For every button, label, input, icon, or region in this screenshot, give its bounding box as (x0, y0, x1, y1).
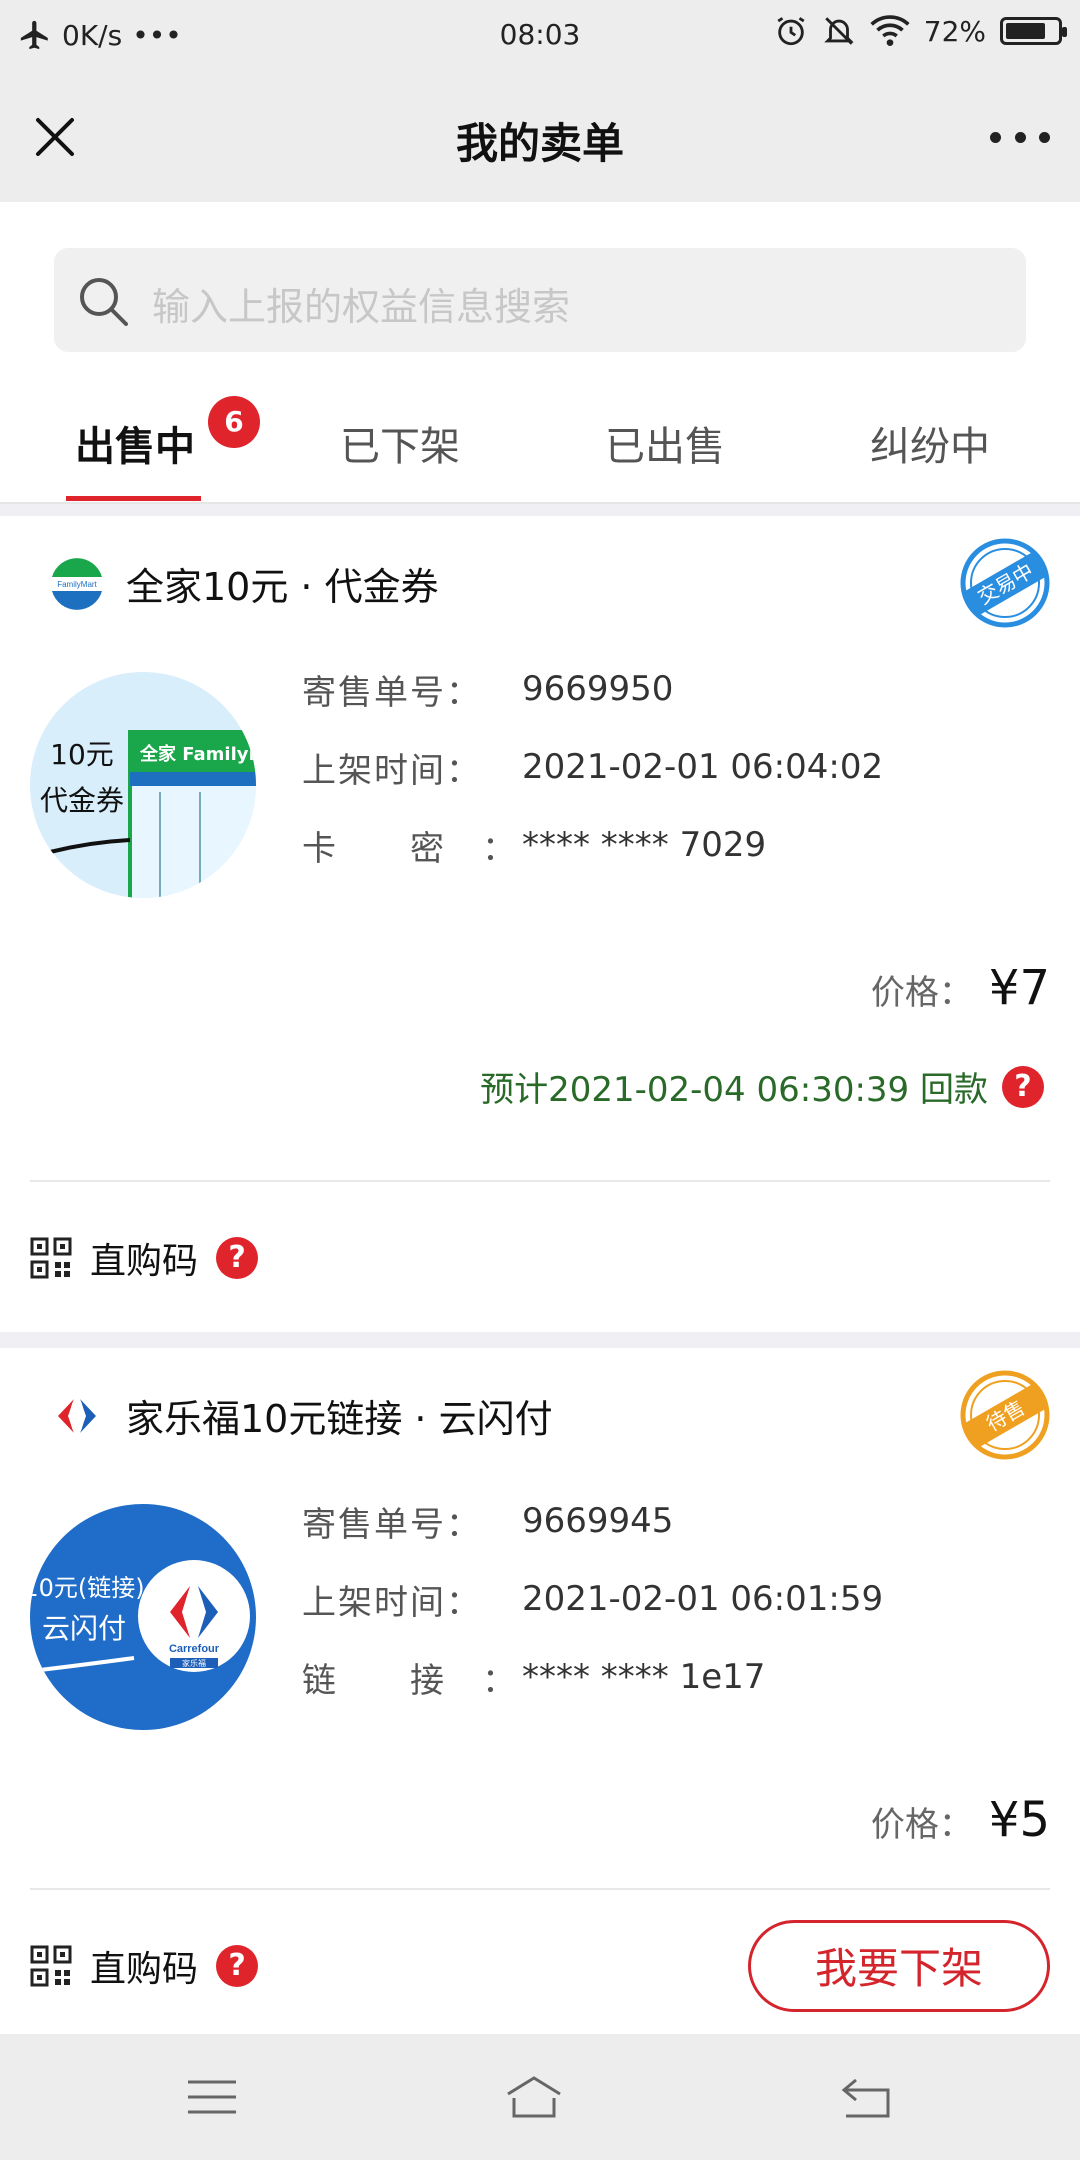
menu-icon[interactable] (182, 2072, 242, 2122)
product-thumbnail: 全家 FamilyMart 10元 代金券 (30, 672, 256, 898)
direct-code-row[interactable]: 直购码 ? (30, 1940, 259, 1992)
info-label: 寄售单号： (302, 672, 482, 713)
status-right: 72% (774, 14, 1067, 48)
tab-label: 纠纷中 (870, 424, 990, 470)
svg-text:家乐福: 家乐福 (182, 1658, 206, 1668)
direct-code-label: 直购码 (90, 1241, 199, 1282)
info-row-listed-time: 上架时间： 2021-02-01 06:01:59 (302, 1560, 883, 1638)
info-label: 链 接 ： (302, 1660, 518, 1701)
active-tab-indicator (66, 496, 201, 501)
tab-badge: 6 (208, 396, 260, 448)
direct-code-row[interactable]: 直购码 ? (30, 1232, 259, 1284)
more-menu-icon[interactable] (990, 112, 1050, 162)
info-label: 上架时间： (302, 1582, 482, 1623)
info-label: 卡 密 ： (302, 828, 518, 869)
info-value: 9669950 (522, 669, 674, 709)
price-label: 价格： (870, 1805, 973, 1845)
card-header: 家乐福10元链接 · 云闪付 (50, 1388, 553, 1443)
card-title: 全家10元 · 代金券 (126, 565, 439, 609)
mute-bell-icon (824, 17, 854, 45)
info-row-order-number: 寄售单号： 9669945 (302, 1482, 883, 1560)
refund-estimate: 预计2021-02-04 06:30:39 回款 ? (480, 1062, 1044, 1111)
listing-info: 寄售单号： 9669945 上架时间： 2021-02-01 06:01:59 链 … (302, 1482, 883, 1716)
refund-text: 预计2021-02-04 06:30:39 回款 (480, 1070, 988, 1110)
info-value: **** **** 1e17 (522, 1657, 766, 1697)
trading-stamp-icon: 交易中 (960, 538, 1050, 628)
svg-text:10元: 10元 (50, 738, 114, 771)
info-value: **** **** 7029 (522, 825, 767, 865)
carrefour-logo-icon (58, 1398, 96, 1433)
info-row-link: 链 接 ： **** **** 1e17 (302, 1638, 883, 1716)
product-thumbnail: Carrefour 家乐福 10元(链接) 云闪付 (30, 1504, 256, 1730)
info-row-order-number: 寄售单号： 9669950 (302, 650, 883, 728)
svg-text:代金券: 代金券 (40, 784, 124, 817)
pending-sale-stamp-icon: 待售 (960, 1370, 1050, 1460)
tab-bar: 出售中 6 已下架 已出售 纠纷中 (0, 362, 1080, 504)
direct-code-label: 直购码 (90, 1949, 199, 1990)
help-icon[interactable]: ? (216, 1945, 259, 1987)
battery-percent: 72% (923, 14, 986, 48)
svg-text:交易中: 交易中 (974, 558, 1038, 609)
svg-text:FamilyMart: FamilyMart (57, 580, 97, 589)
price: 价格： ¥7 (871, 960, 1050, 1016)
search-placeholder: 输入上报的权益信息搜索 (152, 285, 571, 329)
svg-text:云闪付: 云闪付 (42, 1612, 126, 1645)
info-row-card-secret: 卡 密 ： **** **** 7029 (302, 806, 883, 884)
tab-label: 出售中 (75, 424, 195, 470)
card-header: FamilyMart 全家10元 · 代金券 (50, 556, 439, 611)
divider (30, 1888, 1050, 1890)
wifi-icon (870, 15, 910, 46)
info-label: 上架时间： (302, 750, 482, 791)
svg-text:10元(链接): 10元(链接) (30, 1574, 145, 1602)
search-area: 输入上报的权益信息搜索 (0, 202, 1080, 362)
info-value: 2021-02-01 06:04:02 (522, 747, 884, 787)
info-value: 9669945 (522, 1501, 674, 1541)
delist-button[interactable]: 我要下架 (748, 1920, 1050, 2012)
info-value: 2021-02-01 06:01:59 (522, 1579, 884, 1619)
alarm-icon (777, 17, 805, 46)
help-icon[interactable]: ? (216, 1237, 259, 1279)
search-icon (80, 278, 128, 326)
price: 价格： ¥5 (871, 1792, 1050, 1848)
help-icon[interactable]: ? (1002, 1065, 1044, 1108)
price-value: ¥7 (988, 960, 1050, 1016)
qr-code-icon (30, 1945, 72, 1987)
tab-label: 已出售 (605, 424, 725, 470)
search-input[interactable]: 输入上报的权益信息搜索 (54, 248, 1026, 352)
info-label: 寄售单号： (302, 1504, 482, 1545)
divider (30, 1180, 1050, 1182)
battery-icon (1000, 17, 1067, 45)
svg-text:Carrefour: Carrefour (169, 1643, 220, 1655)
page-title: 我的卖单 (455, 119, 624, 168)
back-icon[interactable] (836, 2072, 896, 2122)
price-label: 价格： (870, 973, 973, 1013)
price-value: ¥5 (988, 1792, 1050, 1848)
tab-label: 已下架 (340, 424, 460, 470)
tab-delisted[interactable]: 已下架 (265, 414, 535, 472)
familymart-logo-icon: FamilyMart (51, 557, 103, 610)
listing-card[interactable]: 家乐福10元链接 · 云闪付 待售 Carrefour 家乐福 10元(链接) … (0, 1348, 1080, 2034)
svg-text:全家 FamilyMart: 全家 FamilyMart (139, 743, 256, 765)
info-row-listed-time: 上架时间： 2021-02-01 06:04:02 (302, 728, 883, 806)
tab-dispute[interactable]: 纠纷中 (795, 414, 1065, 472)
qr-code-icon (30, 1237, 72, 1279)
system-nav-bar (0, 2034, 1080, 2160)
listing-card[interactable]: FamilyMart 全家10元 · 代金券 交易中 全家 FamilyMart… (0, 516, 1080, 1332)
nav-bar: 我的卖单 (0, 72, 1080, 202)
card-title: 家乐福10元链接 · 云闪付 (126, 1397, 553, 1441)
home-icon[interactable] (504, 2072, 564, 2122)
status-bar: 0K/s ••• 08:03 72% (0, 0, 1080, 72)
tab-sold[interactable]: 已出售 (530, 414, 800, 472)
listing-info: 寄售单号： 9669950 上架时间： 2021-02-01 06:04:02 卡 … (302, 650, 883, 884)
